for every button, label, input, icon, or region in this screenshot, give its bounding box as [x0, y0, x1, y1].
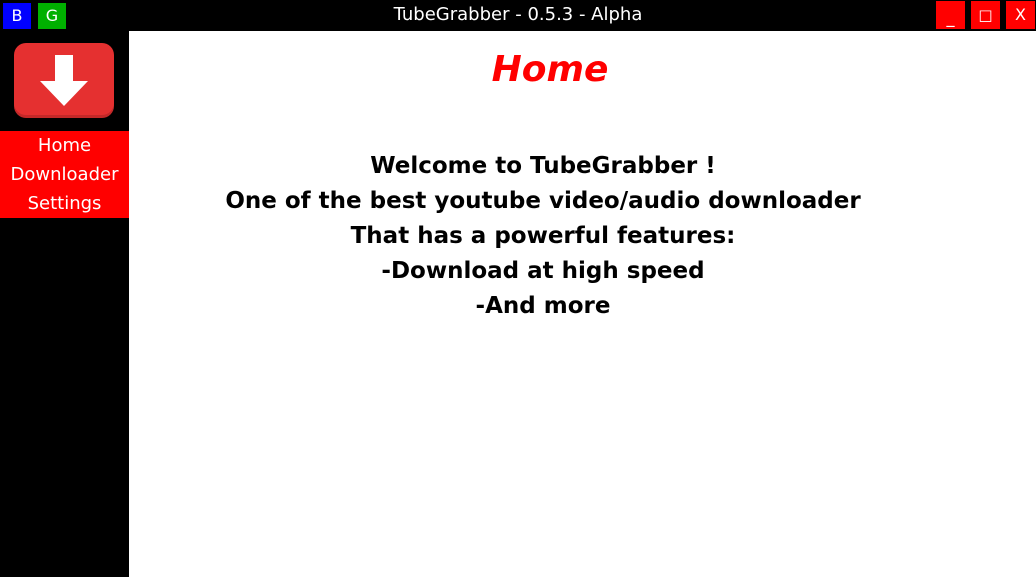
sidebar-item-downloader[interactable]: Downloader	[0, 160, 129, 189]
sidebar-nav: Home Downloader Settings	[0, 131, 129, 218]
minimize-button[interactable]: _	[936, 1, 965, 29]
window-title: TubeGrabber - 0.5.3 - Alpha	[393, 4, 643, 25]
welcome-line: That has a powerful features:	[350, 223, 736, 249]
app-window: B G TubeGrabber - 0.5.3 - Alpha _ □ X Ho…	[0, 0, 1036, 577]
title-bar[interactable]: B G TubeGrabber - 0.5.3 - Alpha _ □ X	[0, 0, 1036, 31]
welcome-text: Welcome to TubeGrabber ! One of the best…	[129, 149, 957, 324]
welcome-line: -And more	[475, 293, 611, 319]
page-title: Home	[491, 49, 609, 90]
main-content: Home Welcome to TubeGrabber ! One of the…	[129, 31, 1036, 577]
theme-blue-button[interactable]: B	[3, 3, 31, 29]
sidebar: Home Downloader Settings	[0, 31, 129, 577]
sidebar-item-home[interactable]: Home	[0, 131, 129, 160]
maximize-button[interactable]: □	[971, 1, 1000, 29]
welcome-line: One of the best youtube video/audio down…	[225, 188, 861, 214]
close-button[interactable]: X	[1006, 1, 1035, 29]
welcome-line: -Download at high speed	[381, 258, 705, 284]
download-arrow-icon	[14, 43, 114, 118]
welcome-line: Welcome to TubeGrabber !	[370, 153, 716, 179]
theme-green-button[interactable]: G	[38, 3, 66, 29]
sidebar-item-settings[interactable]: Settings	[0, 189, 129, 218]
